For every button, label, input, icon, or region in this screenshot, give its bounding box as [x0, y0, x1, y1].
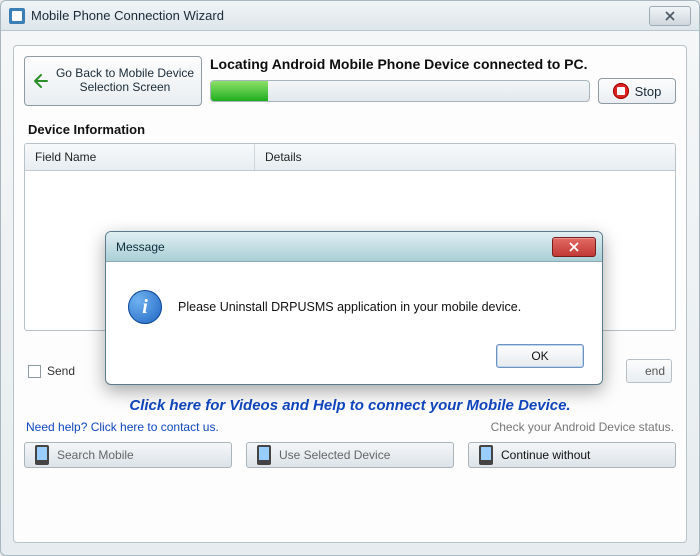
contact-link[interactable]: Need help? Click here to contact us. [26, 420, 219, 434]
window-close-button[interactable] [649, 6, 691, 26]
wizard-window: Mobile Phone Connection Wizard Go Back t… [0, 0, 700, 556]
stop-button[interactable]: Stop [598, 78, 676, 104]
phone-icon [35, 445, 49, 465]
stop-label: Stop [635, 84, 662, 99]
dialog-title: Message [116, 240, 165, 254]
device-info-label: Device Information [28, 122, 676, 137]
use-selected-label: Use Selected Device [279, 448, 390, 462]
table-header: Field Name Details [25, 144, 675, 171]
dialog-message: Please Uninstall DRPUSMS application in … [178, 300, 521, 314]
app-icon [9, 8, 25, 24]
phone-icon [479, 445, 493, 465]
search-mobile-label: Search Mobile [57, 448, 134, 462]
info-icon: i [128, 290, 162, 324]
ok-button[interactable]: OK [496, 344, 584, 368]
send-label: Send [47, 364, 75, 378]
col-field-name: Field Name [25, 144, 255, 170]
dialog-close-button[interactable] [552, 237, 596, 257]
go-back-label: Go Back to Mobile Device Selection Scree… [55, 67, 195, 95]
ok-label: OK [531, 349, 548, 363]
message-dialog: Message i Please Uninstall DRPUSMS appli… [105, 231, 603, 385]
continue-without-label: Continue without [501, 448, 590, 462]
use-selected-device-button[interactable]: Use Selected Device [246, 442, 454, 468]
col-details: Details [255, 144, 675, 170]
close-icon [664, 11, 676, 21]
arrow-left-icon [31, 72, 49, 90]
status-text: Locating Android Mobile Phone Device con… [210, 56, 676, 72]
window-title: Mobile Phone Connection Wizard [31, 8, 224, 23]
help-videos-link[interactable]: Click here for Videos and Help to connec… [24, 397, 676, 414]
stop-icon [613, 83, 629, 99]
send-tail-fragment: end [626, 359, 672, 383]
close-icon [568, 242, 580, 252]
send-checkbox[interactable] [28, 365, 41, 378]
phone-icon [257, 445, 271, 465]
progress-bar [210, 80, 590, 102]
search-mobile-button[interactable]: Search Mobile [24, 442, 232, 468]
dialog-titlebar: Message [106, 232, 602, 262]
continue-without-button[interactable]: Continue without [468, 442, 676, 468]
titlebar: Mobile Phone Connection Wizard [1, 1, 699, 31]
check-status-text: Check your Android Device status. [491, 420, 674, 434]
go-back-button[interactable]: Go Back to Mobile Device Selection Scree… [24, 56, 202, 106]
